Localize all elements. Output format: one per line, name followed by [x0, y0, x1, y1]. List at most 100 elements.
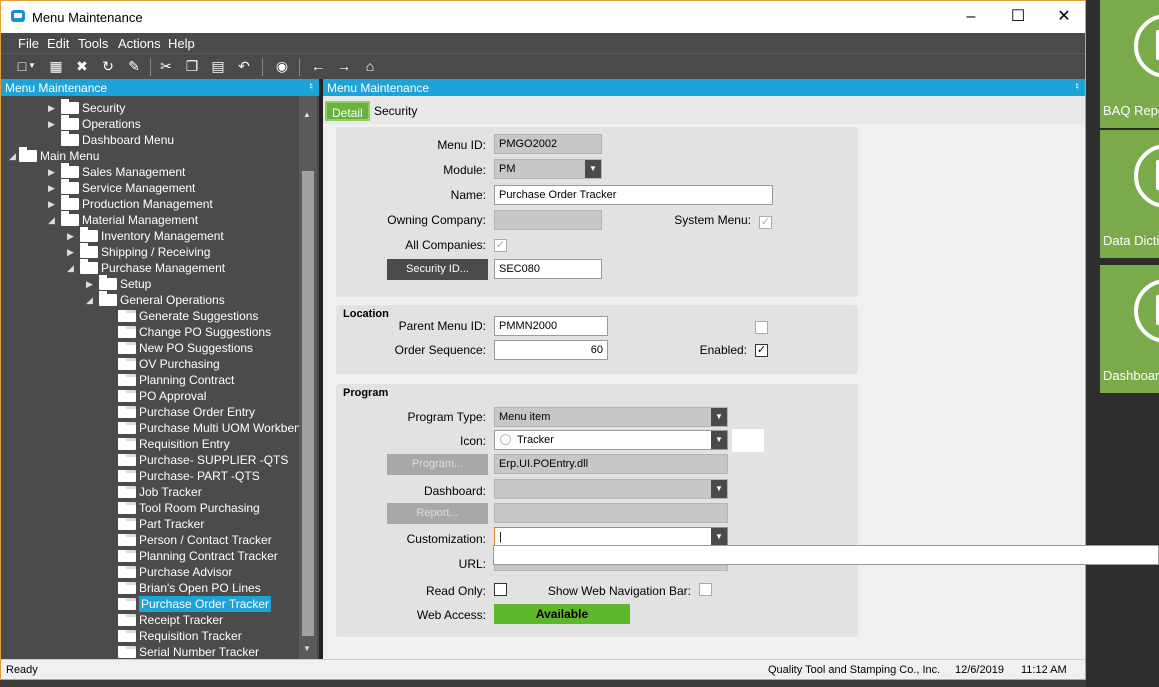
scrollbar-thumb[interactable] [302, 171, 314, 636]
security-id-field[interactable]: SEC080 [494, 259, 602, 279]
parent-menu-id-field[interactable]: PMMN2000 [494, 316, 608, 336]
search-binoculars-icon[interactable]: ◉ [273, 57, 291, 75]
chevron-down-icon[interactable]: ▼ [711, 408, 727, 426]
undo-icon[interactable]: ↶ [235, 57, 253, 75]
tree-node[interactable]: Change PO Suggestions [1, 324, 299, 340]
tree-node[interactable]: Job Tracker [1, 484, 299, 500]
expand-arrow-icon[interactable]: ▶ [67, 228, 77, 244]
copy-icon[interactable]: ❐ [183, 57, 201, 75]
expand-arrow-icon[interactable]: ▶ [48, 196, 58, 212]
save-icon[interactable]: ▦ [47, 57, 65, 75]
tree-node[interactable]: ▶ Security [1, 99, 299, 116]
tree-node[interactable]: Person / Contact Tracker [1, 532, 299, 548]
menu-help[interactable]: Help [168, 36, 195, 51]
expand-arrow-icon[interactable]: ▶ [48, 164, 58, 180]
tree-node[interactable]: ◢ Main Menu [1, 147, 299, 164]
tree-node[interactable]: Purchase Order Entry [1, 404, 299, 420]
report-field[interactable] [494, 503, 728, 523]
tab-security[interactable]: Security [369, 101, 422, 121]
chevron-down-icon[interactable]: ▼ [585, 160, 601, 178]
tree-node[interactable]: ◢ General Operations [1, 291, 299, 308]
tree-node[interactable]: Purchase- SUPPLIER -QTS [1, 452, 299, 468]
order-sequence-field[interactable]: 60 [494, 340, 608, 360]
tree-node[interactable]: Tool Room Purchasing [1, 500, 299, 516]
tree-node[interactable]: Dashboard Menu [1, 131, 299, 148]
all-companies-checkbox[interactable]: ✓ [494, 239, 507, 252]
tree-node[interactable]: ▶ Inventory Management [1, 227, 299, 244]
close-button[interactable]: ✕ [1044, 5, 1084, 29]
tree-node[interactable]: ▶ Production Management [1, 195, 299, 212]
paste-icon[interactable]: ▤ [209, 57, 227, 75]
collapse-arrow-icon[interactable]: ◢ [86, 292, 96, 308]
show-web-nav-checkbox[interactable] [699, 583, 712, 596]
tree-node[interactable]: ◢ Material Management [1, 211, 299, 228]
icon-select[interactable]: Tracker ▼ [494, 430, 728, 450]
cut-icon[interactable]: ✂ [157, 57, 175, 75]
tree-node[interactable]: Brian's Open PO Lines [1, 580, 299, 596]
tree-node[interactable]: ◢ Purchase Management [1, 259, 299, 276]
tree-node[interactable]: Planning Contract Tracker [1, 548, 299, 564]
menu-id-field[interactable]: PMGO2002 [494, 134, 602, 154]
tree-node[interactable]: ▶ Setup [1, 275, 299, 292]
tree-node[interactable]: ▶ Sales Management [1, 163, 299, 180]
program-type-select[interactable]: Menu item ▼ [494, 407, 728, 427]
read-only-checkbox[interactable] [494, 583, 507, 596]
dashboard-select[interactable]: ▼ [494, 479, 728, 499]
tree-node[interactable]: OV Purchasing [1, 356, 299, 372]
collapse-arrow-icon[interactable]: ◢ [67, 260, 77, 276]
refresh-icon[interactable]: ↻ [99, 57, 117, 75]
chevron-down-icon[interactable]: ▼ [711, 480, 727, 498]
tree-node[interactable]: Purchase Order Tracker [1, 596, 299, 612]
back-icon[interactable]: ← [309, 57, 327, 75]
pin-icon[interactable]: ♮ [309, 80, 313, 93]
tab-detail[interactable]: Detail [325, 101, 370, 121]
new-dropdown-icon[interactable]: ▼ [27, 57, 37, 75]
menu-file[interactable]: File [18, 36, 39, 51]
tree-node[interactable]: Requisition Entry [1, 436, 299, 452]
tree-scrollbar[interactable]: ▲ ▼ [299, 96, 317, 659]
module-select[interactable]: PM ▼ [494, 159, 602, 179]
owning-company-field[interactable] [494, 210, 602, 230]
collapse-arrow-icon[interactable]: ◢ [9, 148, 19, 164]
unlabeled-checkbox[interactable] [755, 321, 768, 334]
scroll-up-icon[interactable]: ▲ [303, 110, 311, 119]
program-field[interactable]: Erp.UI.POEntry.dll [494, 454, 728, 474]
customization-dropdown-list[interactable] [493, 545, 1159, 565]
menu-edit[interactable]: Edit [47, 36, 69, 51]
system-menu-checkbox[interactable]: ✓ [759, 216, 772, 229]
tile-dashboard[interactable]: Dashboar [1100, 265, 1159, 393]
menu-actions[interactable]: Actions [118, 36, 161, 51]
enabled-checkbox[interactable]: ✓ [755, 344, 768, 357]
maximize-button[interactable]: ☐ [998, 5, 1038, 29]
program-button[interactable]: Program... [387, 454, 488, 475]
tree-node[interactable]: Requisition Tracker [1, 628, 299, 644]
tree-node[interactable]: Purchase- PART -QTS [1, 468, 299, 484]
tile-baq-report[interactable]: BAQ Repo [1100, 0, 1159, 128]
name-field[interactable]: Purchase Order Tracker [494, 185, 773, 205]
scroll-down-icon[interactable]: ▼ [303, 644, 311, 653]
tree-node[interactable]: PO Approval [1, 388, 299, 404]
customization-select[interactable]: | ▼ [494, 527, 728, 547]
expand-arrow-icon[interactable]: ▶ [48, 180, 58, 196]
tree-node[interactable]: Purchase Advisor [1, 564, 299, 580]
clear-icon[interactable]: ✎ [125, 57, 143, 75]
security-id-button[interactable]: Security ID... [387, 259, 488, 280]
tree-node[interactable]: Generate Suggestions [1, 308, 299, 324]
collapse-arrow-icon[interactable]: ◢ [48, 212, 58, 228]
tree-node[interactable]: Purchase Multi UOM Workbench [1, 420, 299, 436]
tree-node[interactable]: ▶ Operations [1, 115, 299, 132]
expand-arrow-icon[interactable]: ▶ [86, 276, 96, 292]
tree-node[interactable]: Part Tracker [1, 516, 299, 532]
chevron-down-icon[interactable]: ▼ [711, 431, 727, 449]
expand-arrow-icon[interactable]: ▶ [48, 100, 58, 116]
pin-icon[interactable]: ♮ [1075, 80, 1079, 93]
delete-icon[interactable]: ✖ [73, 57, 91, 75]
tree-node[interactable]: ▶ Service Management [1, 179, 299, 196]
expand-arrow-icon[interactable]: ▶ [67, 244, 77, 260]
expand-arrow-icon[interactable]: ▶ [48, 116, 58, 132]
minimize-button[interactable]: – [951, 5, 991, 29]
chevron-down-icon[interactable]: ▼ [711, 528, 727, 546]
home-icon[interactable]: ⌂ [361, 57, 379, 75]
tree-node[interactable]: Serial Number Tracker [1, 644, 299, 659]
tree-node[interactable]: Receipt Tracker [1, 612, 299, 628]
